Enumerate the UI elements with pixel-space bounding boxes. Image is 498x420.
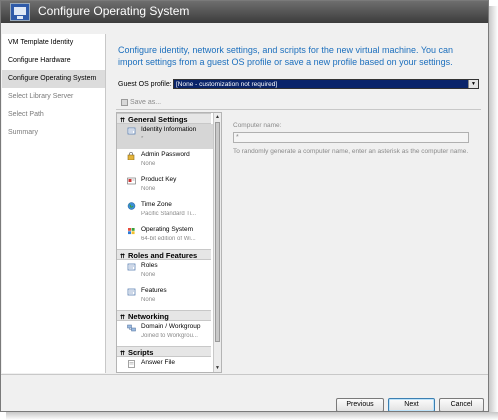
tree-item-value: *	[141, 136, 144, 142]
product-key-icon	[127, 177, 136, 185]
title-bar: Configure Operating System	[1, 1, 488, 23]
save-icon	[121, 98, 128, 106]
window-shadow-bottom	[6, 412, 498, 420]
tree-item-value: None	[141, 186, 156, 192]
identity-icon	[127, 127, 136, 135]
tree-item-name: Product Key	[141, 176, 177, 183]
tree-item-product-key[interactable]: Product Key None	[117, 174, 213, 199]
wizard-window: Configure Operating System VM Template I…	[0, 0, 489, 412]
tree-item-domain-workgroup[interactable]: Domain / Workgroup Joined to Workgrou...	[117, 321, 213, 346]
computer-name-label: Computer name:	[233, 122, 282, 129]
sidebar-item-configure-hardware[interactable]: Configure Hardware	[2, 52, 105, 70]
save-as-button[interactable]: Save as...	[118, 97, 164, 108]
guest-os-profile-select[interactable]: [None - customization not required] ▼	[173, 79, 479, 89]
tree-item-name: Roles	[141, 262, 158, 269]
tree-item-features[interactable]: Features None	[117, 285, 213, 310]
tree-item-value: None	[141, 297, 156, 303]
tree-item-name: Admin Password	[141, 151, 190, 158]
features-icon	[127, 288, 136, 296]
tree-item-name: Time Zone	[141, 201, 172, 208]
tree-item-identity-information[interactable]: Identity Information *	[117, 124, 213, 149]
window-title: Configure Operating System	[38, 4, 190, 18]
vm-wizard-icon	[10, 3, 30, 21]
roles-icon	[127, 263, 136, 271]
sidebar-item-vm-template-identity[interactable]: VM Template Identity	[2, 34, 105, 52]
main-content: Configure identity, network settings, an…	[106, 34, 486, 373]
sidebar-item-select-path: Select Path	[8, 111, 44, 118]
wizard-footer: Previous Next Cancel	[1, 374, 488, 411]
tree-item-time-zone[interactable]: Time Zone Pacific Standard Ti...	[117, 199, 213, 224]
tree-item-value: 64-bit edition of Wi...	[141, 236, 196, 242]
sidebar-item-select-library-server: Select Library Server	[8, 93, 74, 100]
tree-item-roles[interactable]: Roles None	[117, 260, 213, 285]
computer-name-field[interactable]: *	[233, 132, 469, 143]
sidebar-item-summary: Summary	[8, 129, 38, 136]
settings-tree: ⇈ General Settings Identity Information *…	[116, 112, 222, 373]
guest-os-profile-value: [None - customization not required]	[176, 81, 278, 88]
save-as-label: Save as...	[130, 99, 162, 106]
group-networking[interactable]: ⇈ Networking	[117, 310, 211, 321]
tree-item-answer-file[interactable]: Answer File	[117, 357, 213, 372]
tree-item-name: Features	[141, 287, 167, 294]
group-title: General Settings	[128, 115, 188, 124]
group-title: Roles and Features	[128, 251, 198, 260]
tree-item-value: Joined to Workgrou...	[141, 333, 198, 339]
tree-item-admin-password[interactable]: Admin Password None	[117, 149, 213, 174]
previous-button[interactable]: Previous	[336, 398, 384, 411]
windows-icon	[128, 228, 135, 235]
group-title: Networking	[128, 312, 169, 321]
tree-scrollbar[interactable]: ▲ ▼	[213, 113, 221, 372]
globe-icon	[127, 202, 136, 210]
next-button[interactable]: Next	[388, 398, 435, 411]
group-title: Scripts	[128, 348, 154, 357]
group-roles-and-features[interactable]: ⇈ Roles and Features	[117, 249, 211, 260]
tree-item-value: Pacific Standard Ti...	[141, 211, 197, 217]
guest-os-profile-label: Guest OS profile:	[118, 81, 172, 88]
tree-item-value: None	[141, 272, 156, 278]
scroll-up-icon[interactable]: ▲	[214, 113, 221, 121]
answer-file-icon	[128, 360, 135, 368]
tree-item-name: Identity Information	[141, 126, 197, 133]
scroll-down-icon[interactable]: ▼	[214, 364, 221, 372]
sidebar-item-configure-operating-system[interactable]: Configure Operating System	[2, 70, 105, 88]
chevron-down-icon[interactable]: ▼	[468, 80, 478, 88]
group-scripts[interactable]: ⇈ Scripts	[117, 346, 211, 357]
computer-name-hint: To randomly generate a computer name, en…	[233, 148, 469, 155]
tree-item-name: Answer File	[141, 359, 175, 366]
wizard-steps-sidebar: VM Template Identity Configure Hardware …	[2, 34, 106, 373]
scroll-thumb[interactable]	[215, 122, 220, 342]
window-shadow-right	[489, 6, 498, 416]
network-icon	[127, 324, 136, 332]
tree-item-name: Domain / Workgroup	[141, 323, 201, 330]
identity-detail-panel: Computer name: * To randomly generate a …	[225, 112, 481, 373]
group-general-settings[interactable]: ⇈ General Settings	[117, 113, 211, 124]
tree-item-operating-system[interactable]: Operating System 64-bit edition of Wi...	[117, 224, 213, 249]
profile-toolbar: Save as...	[116, 96, 481, 110]
cancel-button[interactable]: Cancel	[439, 398, 484, 411]
key-lock-icon	[127, 152, 135, 160]
tree-item-value: None	[141, 161, 156, 167]
intro-text: Configure identity, network settings, an…	[118, 45, 454, 67]
tree-item-name: Operating System	[141, 226, 194, 233]
